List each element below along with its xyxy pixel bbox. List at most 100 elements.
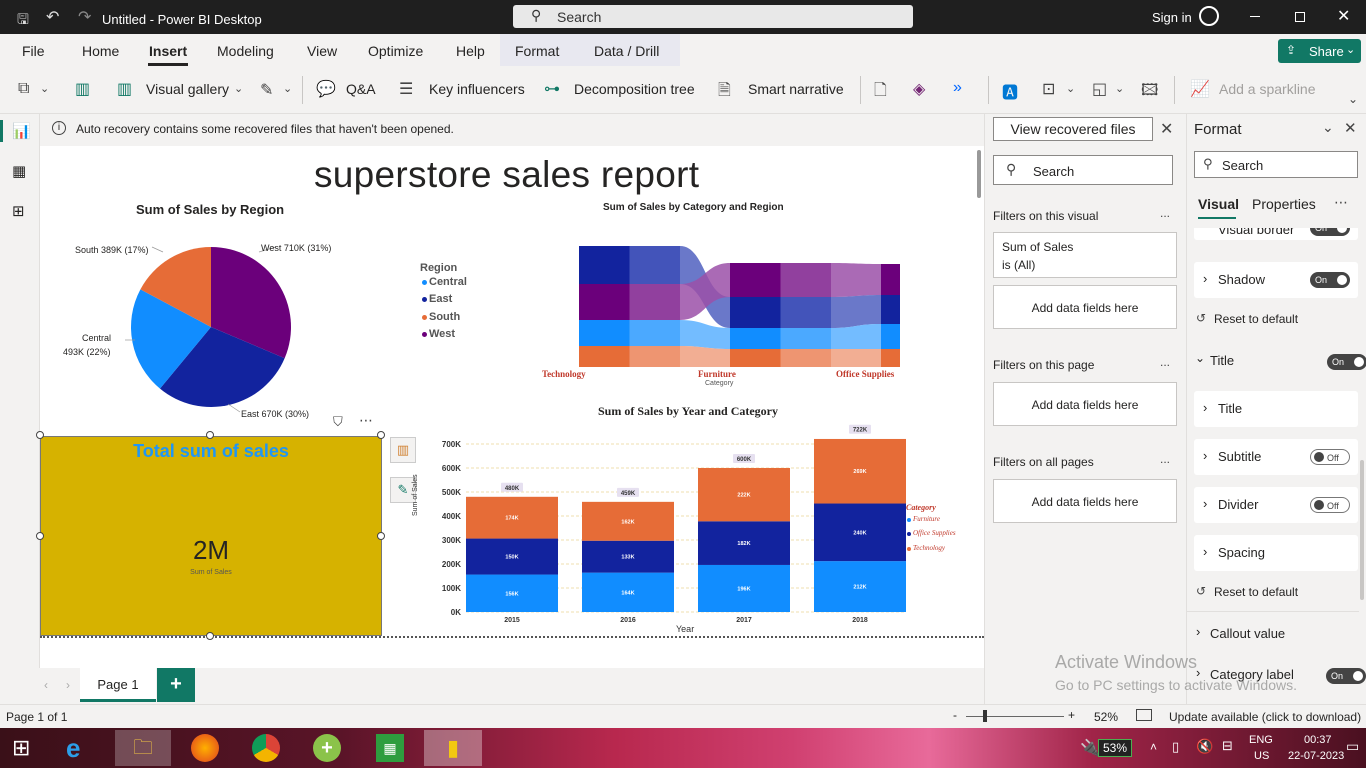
report-view-icon[interactable]: 📊 [12, 122, 31, 140]
menu-data-drill[interactable]: Data / Drill [594, 43, 659, 59]
firefox-icon[interactable] [191, 734, 219, 762]
power-icon[interactable]: ⊟ [1222, 738, 1233, 754]
collapse-ribbon-icon[interactable]: ⌄ [1348, 92, 1358, 106]
close-icon[interactable]: ✕ [1337, 6, 1350, 26]
build-visual-icon[interactable]: ▥ [75, 79, 90, 99]
resize-handle[interactable] [36, 532, 44, 540]
divider-toggle[interactable]: Off [1310, 497, 1350, 513]
visual-border-card[interactable]: Visual border On [1194, 228, 1358, 240]
tab-visual[interactable]: Visual [1198, 196, 1239, 212]
menu-help[interactable]: Help [456, 43, 485, 59]
clock-date[interactable]: 22-07-2023 [1288, 750, 1344, 762]
reset-to-default-link[interactable]: Reset to default [1214, 312, 1298, 326]
tab-properties[interactable]: Properties [1252, 196, 1316, 212]
redo-icon[interactable]: ↷ [78, 7, 91, 27]
update-available-link[interactable]: Update available (click to download) [1169, 710, 1361, 724]
menu-insert[interactable]: Insert [149, 43, 187, 59]
visual-gallery-icon[interactable]: ▥ [117, 79, 132, 99]
close-notification-icon[interactable]: ✕ [1160, 119, 1173, 139]
text-box-icon[interactable]: 🅰 [1002, 79, 1018, 103]
smart-narrative-button[interactable]: Smart narrative [748, 81, 844, 97]
new-visual-icon[interactable]: ⧉ [18, 80, 29, 98]
visual-border-toggle[interactable]: On [1310, 228, 1350, 236]
power-automate-icon[interactable]: » [953, 79, 962, 97]
clock-time[interactable]: 00:37 [1304, 734, 1332, 746]
resize-handle[interactable] [377, 532, 385, 540]
subtitle-card[interactable]: › Subtitle Off [1194, 439, 1358, 475]
qa-button[interactable]: Q&A [346, 81, 376, 97]
battery-icon[interactable]: 🔌 [1080, 738, 1100, 758]
shadow-card[interactable]: › Shadow On [1194, 262, 1358, 298]
filter-icon[interactable]: ⛉ [333, 414, 343, 430]
zoom-slider-thumb[interactable] [983, 710, 987, 722]
key-influencers-icon[interactable]: ☰ [399, 79, 413, 99]
title-card[interactable]: › Title [1194, 391, 1358, 427]
tab-page-1[interactable]: Page 1 [80, 668, 156, 702]
chevron-down-icon[interactable]: ⌄ [234, 82, 243, 95]
fit-to-page-icon[interactable] [1136, 709, 1152, 721]
minimize-icon[interactable] [1250, 16, 1260, 17]
ribbon-band-south[interactable] [881, 349, 900, 367]
decomposition-tree-button[interactable]: Decomposition tree [574, 81, 695, 97]
model-view-icon[interactable]: ⊞ [12, 202, 25, 220]
ribbon-band-east[interactable] [881, 295, 900, 324]
menu-optimize[interactable]: Optimize [368, 43, 423, 59]
network-icon[interactable]: ▯ [1172, 739, 1179, 755]
spacing-card[interactable]: › Spacing [1194, 535, 1358, 571]
reset-icon[interactable]: ↺ [1196, 311, 1206, 325]
decomposition-tree-icon[interactable]: ⊶ [544, 79, 560, 99]
zoom-in-icon[interactable]: + [1068, 708, 1075, 722]
chevron-down-icon[interactable]: ⌄ [1066, 82, 1075, 95]
search-box[interactable]: ⚲ Search [513, 5, 913, 28]
more-options-icon[interactable]: ... [1160, 355, 1170, 369]
zoom-slider-track[interactable] [966, 716, 1064, 717]
store-icon[interactable]: ▦ [376, 734, 404, 762]
chevron-down-icon[interactable]: ⌄ [40, 82, 49, 95]
menu-format[interactable]: Format [515, 43, 559, 59]
chevron-down-icon[interactable]: ⌄ [1195, 351, 1205, 365]
table-view-icon[interactable]: ▦ [12, 162, 26, 180]
build-visual-side-icon[interactable]: ▥ [390, 437, 416, 463]
ribbon-band-west[interactable] [881, 264, 900, 295]
pie-chart[interactable] [40, 146, 440, 436]
title-section-label[interactable]: Title [1210, 353, 1234, 368]
collapse-pane-icon[interactable]: ⌄ [1322, 119, 1334, 136]
canvas-scrollbar[interactable] [977, 150, 981, 198]
filters-search-box[interactable]: ⚲ Search [993, 155, 1173, 185]
file-explorer-icon[interactable]: 🗀 [115, 730, 171, 766]
format-scrollbar[interactable] [1360, 460, 1364, 600]
format-search-box[interactable]: ⚲ Search [1194, 151, 1358, 178]
resize-handle[interactable] [377, 431, 385, 439]
next-page-icon[interactable]: › [66, 678, 70, 692]
chrome-icon[interactable] [252, 734, 280, 762]
prev-page-icon[interactable]: ‹ [44, 678, 48, 692]
total-sales-card[interactable]: Total sum of sales 2M Sum of Sales [40, 436, 382, 636]
ribbon-band-central[interactable] [881, 324, 900, 349]
zoom-out-icon[interactable]: - [953, 708, 957, 722]
qa-icon[interactable]: 💬 [316, 79, 336, 99]
visual-gallery-button[interactable]: Visual gallery [146, 81, 229, 97]
subtitle-toggle[interactable]: Off [1310, 449, 1350, 465]
reset-to-default-link[interactable]: Reset to default [1214, 585, 1298, 599]
undo-icon[interactable]: ↶ [46, 7, 59, 27]
callout-value-label[interactable]: Callout value [1210, 626, 1285, 641]
start-windows-icon[interactable]: ⊞ [12, 737, 36, 759]
ribbon-connector-south[interactable] [831, 349, 881, 367]
tray-chevron-icon[interactable]: ˄ [1150, 740, 1157, 754]
chevron-down-icon[interactable]: ⌄ [283, 82, 292, 95]
close-pane-icon[interactable]: ✕ [1344, 119, 1357, 137]
sum-of-sales-filter-card[interactable]: Sum of Sales is (All) [993, 232, 1177, 278]
menu-file[interactable]: File [22, 43, 45, 59]
chevron-down-icon[interactable]: ⌄ [1115, 82, 1124, 95]
ribbon-chart[interactable] [530, 236, 900, 376]
category-label-toggle[interactable]: On [1326, 668, 1366, 684]
power-bi-taskbar-icon[interactable]: ▮ [424, 730, 482, 766]
resize-handle[interactable] [206, 632, 214, 640]
key-influencers-button[interactable]: Key influencers [429, 81, 525, 97]
reset-icon[interactable]: ↺ [1196, 584, 1206, 598]
menu-modeling[interactable]: Modeling [217, 43, 274, 59]
app-plus-icon[interactable]: + [313, 734, 341, 762]
add-page-button[interactable]: + [157, 668, 195, 702]
shadow-toggle[interactable]: On [1310, 272, 1350, 288]
ribbon-connector-south[interactable] [680, 346, 730, 367]
